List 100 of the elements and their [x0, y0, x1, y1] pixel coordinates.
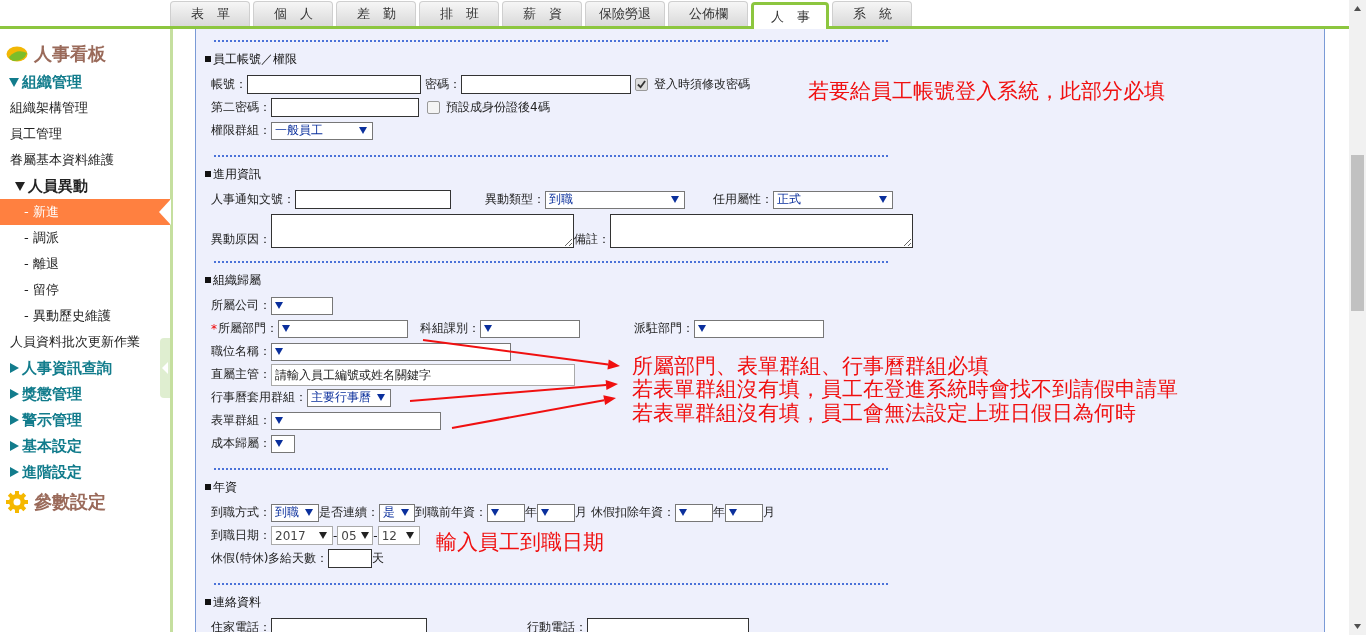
- nav-group[interactable]: 警示管理: [0, 407, 82, 433]
- nav-group[interactable]: 組織管理: [0, 69, 82, 95]
- caret-icon: [377, 394, 385, 401]
- field-label: 休假扣除年資：: [591, 504, 675, 521]
- checkbox[interactable]: [635, 78, 648, 91]
- nav-tab[interactable]: 表 單: [170, 1, 250, 26]
- caret-icon: [484, 325, 492, 332]
- nav-item[interactable]: 人員資料批次更新作業: [0, 329, 144, 355]
- section-title: 年資: [205, 478, 1324, 496]
- nav-item[interactable]: - 離退: [0, 251, 63, 277]
- caret-icon: [541, 509, 549, 516]
- section-title: 員工帳號／權限: [205, 50, 1324, 68]
- caret-icon: [401, 509, 409, 516]
- dropdown[interactable]: 12: [377, 526, 420, 545]
- text-area[interactable]: [610, 214, 913, 248]
- leaf-logo-icon: [6, 46, 28, 62]
- nav-item[interactable]: 員工管理: [0, 121, 66, 147]
- field-label: 異動類型：: [485, 191, 545, 208]
- dropdown[interactable]: [487, 503, 525, 522]
- input-field[interactable]: [271, 618, 427, 632]
- input-field[interactable]: [587, 618, 749, 632]
- dropdown[interactable]: 到職: [271, 503, 319, 522]
- caret-icon: [360, 532, 369, 539]
- dropdown[interactable]: [271, 434, 295, 453]
- annotation-text: 若表單群組沒有填，員工會無法設定上班日假日為何時: [632, 400, 1136, 427]
- dropdown[interactable]: 是: [379, 503, 415, 522]
- nav-group[interactable]: 獎懲管理: [0, 381, 82, 407]
- field-label: 到職日期：: [211, 527, 271, 544]
- input-field[interactable]: [461, 75, 631, 94]
- nav-group[interactable]: 人事資訊查詢: [0, 355, 112, 381]
- dropdown[interactable]: 一般員工: [271, 121, 373, 140]
- caret-icon: [698, 325, 706, 332]
- field-label: 是否連續：: [319, 504, 379, 521]
- dropdown[interactable]: 到職: [545, 190, 685, 209]
- scrollbar[interactable]: [1349, 0, 1366, 635]
- nav-tab[interactable]: 人 事: [751, 2, 829, 29]
- nav-tab[interactable]: 保險勞退: [585, 1, 665, 26]
- caret-icon: [275, 440, 283, 447]
- input-field[interactable]: [328, 549, 373, 568]
- annotation-text: 若表單群組沒有填，員工在登進系統時會找不到請假申請單: [632, 376, 1178, 402]
- field-label: 行動電話：: [527, 619, 587, 632]
- field-label: 第二密碼：: [211, 99, 271, 116]
- unit-text: 天: [372, 550, 385, 567]
- annotation-text: 所屬部門、表單群組、行事曆群組必填: [632, 353, 989, 378]
- caret-icon: [305, 509, 313, 516]
- field-label: 權限群組：: [211, 122, 271, 139]
- unit-text: -: [333, 528, 338, 543]
- caret-icon: [282, 325, 290, 332]
- section-title: 進用資訊: [205, 165, 1324, 183]
- nav-tab[interactable]: 排 班: [419, 1, 499, 26]
- field-label: 住家電話：: [211, 619, 271, 632]
- dropdown[interactable]: 正式: [773, 190, 893, 209]
- input-field[interactable]: 請輸入員工編號或姓名關鍵字: [271, 363, 575, 386]
- text-area[interactable]: [271, 214, 574, 248]
- required-mark: *: [211, 321, 217, 336]
- nav-item[interactable]: - 留停: [0, 277, 63, 303]
- nav-tab[interactable]: 差 勤: [336, 1, 416, 26]
- nav-tab[interactable]: 系 統: [832, 1, 912, 26]
- dropdown[interactable]: 2017: [271, 526, 333, 545]
- nav-item[interactable]: 眷屬基本資料維護: [0, 147, 118, 173]
- gear-icon: [6, 491, 28, 513]
- annotation-text: 輸入員工到職日期: [436, 529, 604, 556]
- section-title: 連絡資料: [205, 593, 1324, 611]
- dropdown[interactable]: 主要行事曆: [307, 388, 391, 407]
- nav-tab[interactable]: 薪 資: [502, 1, 582, 26]
- dropdown[interactable]: [675, 503, 713, 522]
- dropdown[interactable]: [537, 503, 575, 522]
- field-label: 職位名稱：: [211, 343, 271, 360]
- nav-item[interactable]: 組織架構管理: [0, 95, 92, 121]
- dropdown[interactable]: [271, 296, 333, 315]
- input-field[interactable]: [295, 190, 451, 209]
- field-label: 任用屬性：: [713, 191, 773, 208]
- input-field[interactable]: [271, 98, 419, 117]
- dropdown[interactable]: [725, 503, 763, 522]
- field-label: 科組課別：: [420, 320, 480, 337]
- nav-tab[interactable]: 個 人: [253, 1, 333, 26]
- field-label: 帳號：: [211, 76, 247, 93]
- collapse-handle[interactable]: [160, 338, 170, 398]
- field-label: 表單群組：: [211, 412, 271, 429]
- nav-group[interactable]: 人員異動: [0, 173, 88, 199]
- dropdown[interactable]: 05: [337, 526, 374, 545]
- unit-text: 年: [713, 504, 725, 521]
- caret-icon: [729, 509, 737, 516]
- nav-item[interactable]: - 異動歷史維護: [0, 303, 115, 329]
- unit-text: 月: [763, 504, 775, 521]
- nav-tab[interactable]: 公佈欄: [668, 1, 748, 26]
- field-label: 密碼：: [425, 76, 461, 93]
- caret-icon: [879, 196, 887, 203]
- sidebar-footer[interactable]: 參數設定: [34, 490, 106, 514]
- nav-item[interactable]: - 調派: [0, 225, 63, 251]
- annotation-text: 若要給員工帳號登入系統，此部分必填: [808, 78, 1165, 105]
- checkbox[interactable]: [427, 101, 440, 114]
- unit-text: 年: [525, 504, 537, 521]
- input-field[interactable]: [247, 75, 421, 94]
- nav-group[interactable]: 進階設定: [0, 459, 82, 485]
- unit-text: 月: [575, 504, 587, 521]
- field-label: 異動原因：: [211, 231, 271, 248]
- nav-group[interactable]: 基本設定: [0, 433, 82, 459]
- field-label: 行事曆套用群組：: [211, 389, 307, 406]
- caret-icon: [359, 127, 367, 134]
